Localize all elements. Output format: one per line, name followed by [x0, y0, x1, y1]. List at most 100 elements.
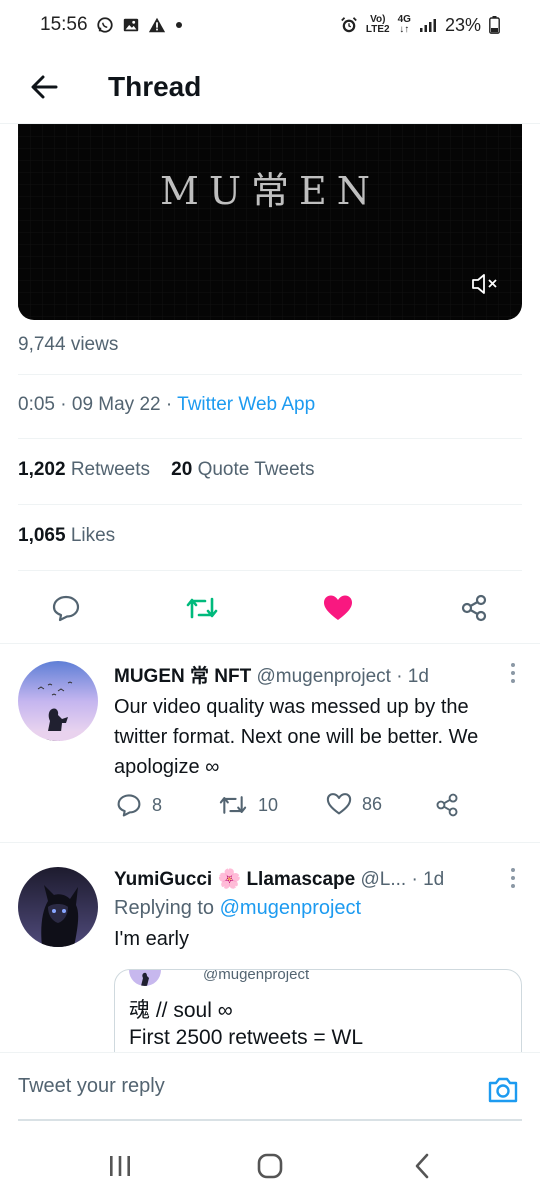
camera-button[interactable] [486, 1073, 520, 1107]
author-name-part: Llamascape [246, 869, 356, 890]
video-player[interactable]: MU常EN [18, 124, 522, 320]
replying-to-label: Replying to [114, 897, 215, 919]
separator: · [60, 394, 67, 415]
tweet-timestamp: 0:05 · 09 May 22 · Twitter Web App [18, 394, 522, 416]
replying-to-handle[interactable]: @mugenproject [220, 897, 361, 919]
comment-icon [117, 794, 141, 817]
likes-count: 1,065 [18, 525, 66, 546]
more-options-button[interactable] [508, 662, 518, 684]
tweet-source-link[interactable]: Twitter Web App [177, 394, 315, 415]
warning-icon [148, 17, 165, 33]
retweets-label: Retweets [70, 459, 151, 480]
quoted-text-line: First 2500 retweets = WL [129, 1026, 364, 1049]
reply-text: I'm early [114, 928, 189, 950]
retweet-icon [186, 597, 218, 619]
image-icon [123, 18, 138, 32]
quoted-avatar-image [141, 972, 149, 986]
recent-apps-icon [110, 1156, 130, 1176]
back-nav-button[interactable] [402, 1146, 442, 1186]
system-nav-bar [0, 1132, 540, 1200]
likes-stat[interactable]: 1,065 Likes [18, 525, 522, 547]
retweet-icon [219, 796, 247, 814]
tweet-action-bar [0, 578, 540, 638]
author-name[interactable]: MUGEN 常 NFT [114, 666, 251, 687]
tweet-time: 0:05 [18, 394, 55, 415]
reply-input[interactable]: Tweet your reply [18, 1075, 458, 1109]
author-name-part: YumiGucci [114, 869, 213, 890]
reply-text: Our video quality was messed up by the t… [114, 696, 479, 778]
battery-icon [489, 16, 500, 34]
cherry-blossom-icon: 🌸 [217, 869, 242, 890]
like-button[interactable] [320, 590, 356, 626]
data-arrows-icon: ↓↑ [399, 24, 410, 35]
tweet-date: 09 May 22 [71, 394, 161, 415]
recent-apps-button[interactable] [100, 1146, 140, 1186]
reply-reply-button[interactable]: 8 [116, 792, 162, 818]
like-count: 86 [362, 793, 383, 814]
comment-icon [52, 595, 80, 622]
divider [18, 504, 522, 505]
engagement-stats: 1,202 Retweets 20 Quote Tweets [18, 459, 522, 481]
home-icon [257, 1153, 283, 1179]
home-button[interactable] [250, 1146, 290, 1186]
chevron-left-icon [415, 1153, 429, 1179]
more-vertical-icon [511, 663, 515, 683]
reply-content: MUGEN 常 NFT @mugenproject · 1d Our video… [114, 661, 510, 782]
speaker-muted-icon [472, 274, 497, 294]
video-grid-texture [18, 124, 522, 320]
avatar-image [18, 867, 98, 947]
retweet-button[interactable] [184, 590, 220, 626]
replying-to: Replying to @mugenproject [114, 897, 510, 920]
quoted-text-line: 魂 // soul ∞ [129, 999, 233, 1022]
arrow-left-icon [31, 75, 58, 98]
author-handle[interactable]: @L... [361, 869, 407, 890]
reply-retweet-button[interactable]: 10 [218, 792, 278, 818]
whatsapp-icon [96, 17, 113, 33]
divider [18, 374, 522, 375]
header: Thread [0, 50, 540, 124]
signal-icon [419, 19, 436, 32]
avatar[interactable] [18, 867, 98, 947]
network-label: Vo) LTE2 [366, 15, 390, 35]
share-icon [461, 594, 487, 622]
camera-icon [488, 1077, 518, 1103]
reply-header: YumiGucci 🌸 Llamascape @L... · 1d [114, 867, 510, 891]
reply-action-bar: 8 10 86 [114, 792, 474, 822]
likes-label: Likes [70, 525, 116, 546]
reply-count: 8 [152, 794, 163, 815]
network-type: 4G ↓↑ [398, 15, 411, 35]
author-name[interactable]: YumiGucci 🌸 Llamascape [114, 869, 355, 890]
avatar[interactable] [18, 661, 98, 741]
separator: · [165, 394, 173, 415]
back-button[interactable] [22, 65, 66, 109]
input-underline [18, 1119, 522, 1121]
status-bar: 15:56 Vo) LTE2 4G ↓↑ 23% [0, 0, 540, 50]
author-handle[interactable]: @mugenproject [257, 666, 391, 687]
mute-button[interactable] [470, 272, 500, 296]
reply-button[interactable] [48, 590, 84, 626]
quoted-avatar [129, 970, 161, 986]
retweets-stat[interactable]: 1,202 Retweets [18, 459, 150, 480]
status-time: 15:56 [40, 14, 88, 35]
share-icon [436, 793, 458, 817]
divider [18, 570, 522, 571]
network-label-bottom: LTE2 [365, 24, 390, 35]
reply-tweet[interactable]: MUGEN 常 NFT @mugenproject · 1d Our video… [0, 644, 540, 842]
quotes-count: 20 [171, 459, 193, 480]
alarm-icon [341, 17, 357, 33]
quotes-label: Quote Tweets [197, 459, 315, 480]
share-button[interactable] [456, 590, 492, 626]
reply-time: · 1d [411, 869, 445, 890]
page-title: Thread [108, 70, 202, 102]
heart-icon [326, 793, 352, 815]
divider [18, 438, 522, 439]
reply-header: MUGEN 常 NFT @mugenproject · 1d [114, 661, 510, 688]
reply-like-button[interactable]: 86 [326, 792, 382, 816]
video-logo: MU常EN [160, 169, 380, 213]
reply-share-button[interactable] [434, 792, 460, 818]
dot-icon [175, 22, 182, 28]
reply-content: YumiGucci 🌸 Llamascape @L... · 1d Replyi… [114, 867, 510, 954]
quotes-stat[interactable]: 20 Quote Tweets [171, 459, 314, 480]
reply-tweet[interactable]: YumiGucci 🌸 Llamascape @L... · 1d Replyi… [0, 843, 540, 1069]
more-options-button[interactable] [508, 867, 518, 889]
